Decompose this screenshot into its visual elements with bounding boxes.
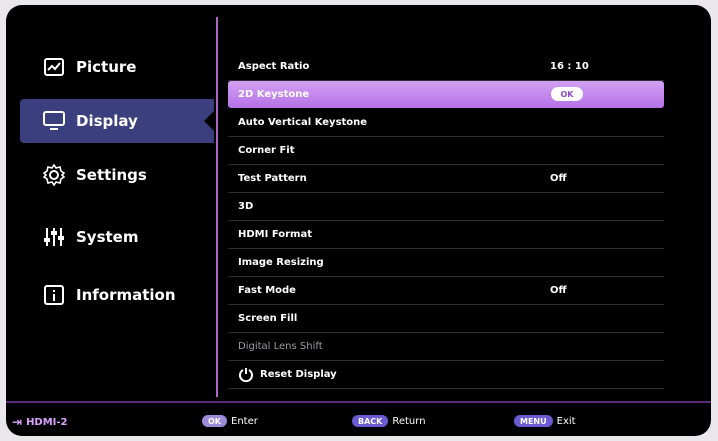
sidebar-item-information[interactable]: Information <box>20 273 220 317</box>
menu-row-value: Off <box>550 285 567 296</box>
menu-row-3d[interactable]: 3D <box>228 193 664 221</box>
menu-row-label: Reset Display <box>260 369 337 380</box>
hint-return: BACK Return <box>352 415 426 427</box>
bottom-bar: ⇥ HDMI-2 OK Enter BACK Return MENU Exit <box>6 409 711 433</box>
menu-row-label: Image Resizing <box>238 257 324 268</box>
hint-exit: MENU Exit <box>514 415 576 427</box>
input-source: ⇥ HDMI-2 <box>12 415 68 429</box>
sidebar-item-label: Display <box>76 112 138 130</box>
menu-row-corner-fit[interactable]: Corner Fit <box>228 137 664 165</box>
bottom-divider <box>6 401 711 403</box>
sidebar-item-label: Settings <box>76 166 147 184</box>
menu-row-hdmi-format[interactable]: HDMI Format <box>228 221 664 249</box>
sidebar-item-display[interactable]: Display <box>20 99 214 143</box>
menu-row-2d-keystone[interactable]: 2D Keystone OK <box>228 81 664 108</box>
menu-row-label: 2D Keystone <box>238 89 310 100</box>
hint-label: Enter <box>231 415 258 427</box>
sidebar-item-settings[interactable]: Settings <box>20 153 220 197</box>
menu-row-value: Off <box>550 173 567 184</box>
menu-row-label: Auto Vertical Keystone <box>238 117 368 128</box>
hint-enter: OK Enter <box>202 415 258 427</box>
sidebar-item-label: Picture <box>76 58 137 76</box>
power-reset-icon <box>238 367 254 383</box>
menu-row-label: Aspect Ratio <box>238 61 310 72</box>
sidebar: Picture Display Settings System Informat… <box>6 5 218 400</box>
sidebar-divider <box>216 17 218 397</box>
input-arrow-icon: ⇥ <box>12 415 23 429</box>
hint-label: Exit <box>556 415 576 427</box>
menu-row-label: Digital Lens Shift <box>238 341 323 352</box>
info-icon <box>42 283 66 307</box>
display-icon <box>42 109 66 133</box>
sidebar-item-system[interactable]: System <box>20 215 220 259</box>
menu-row-test-pattern[interactable]: Test Pattern Off <box>228 165 664 193</box>
menu-row-image-resizing[interactable]: Image Resizing <box>228 249 664 277</box>
menu-row-fast-mode[interactable]: Fast Mode Off <box>228 277 664 305</box>
menu-key-icon: MENU <box>514 415 553 427</box>
osd-screen: Picture Display Settings System Informat… <box>6 5 711 436</box>
menu-row-label: Test Pattern <box>238 173 307 184</box>
picture-icon <box>42 55 66 79</box>
hint-label: Return <box>392 415 426 427</box>
menu-row-auto-vertical-keystone[interactable]: Auto Vertical Keystone <box>228 109 664 137</box>
menu-row-label: HDMI Format <box>238 229 312 240</box>
menu-row-label: 3D <box>238 201 254 212</box>
menu-row-screen-fill[interactable]: Screen Fill <box>228 305 664 333</box>
menu-row-label: Fast Mode <box>238 285 296 296</box>
active-indicator <box>204 111 214 131</box>
menu-row-label: Corner Fit <box>238 145 295 156</box>
input-source-label: HDMI-2 <box>26 416 68 428</box>
menu-row-aspect-ratio[interactable]: Aspect Ratio 16 : 10 <box>228 53 664 81</box>
ok-badge[interactable]: OK <box>551 87 583 101</box>
gear-icon <box>42 163 66 187</box>
sidebar-item-picture[interactable]: Picture <box>20 45 220 89</box>
sidebar-item-label: System <box>76 228 139 246</box>
menu-row-value: 16 : 10 <box>550 61 589 72</box>
menu-row-digital-lens-shift: Digital Lens Shift <box>228 333 664 361</box>
menu-row-reset-display[interactable]: Reset Display <box>228 361 664 389</box>
sidebar-item-label: Information <box>76 286 176 304</box>
back-key-icon: BACK <box>352 415 389 427</box>
menu-row-label: Screen Fill <box>238 313 298 324</box>
ok-key-icon: OK <box>202 415 227 427</box>
sliders-icon <box>42 225 66 249</box>
